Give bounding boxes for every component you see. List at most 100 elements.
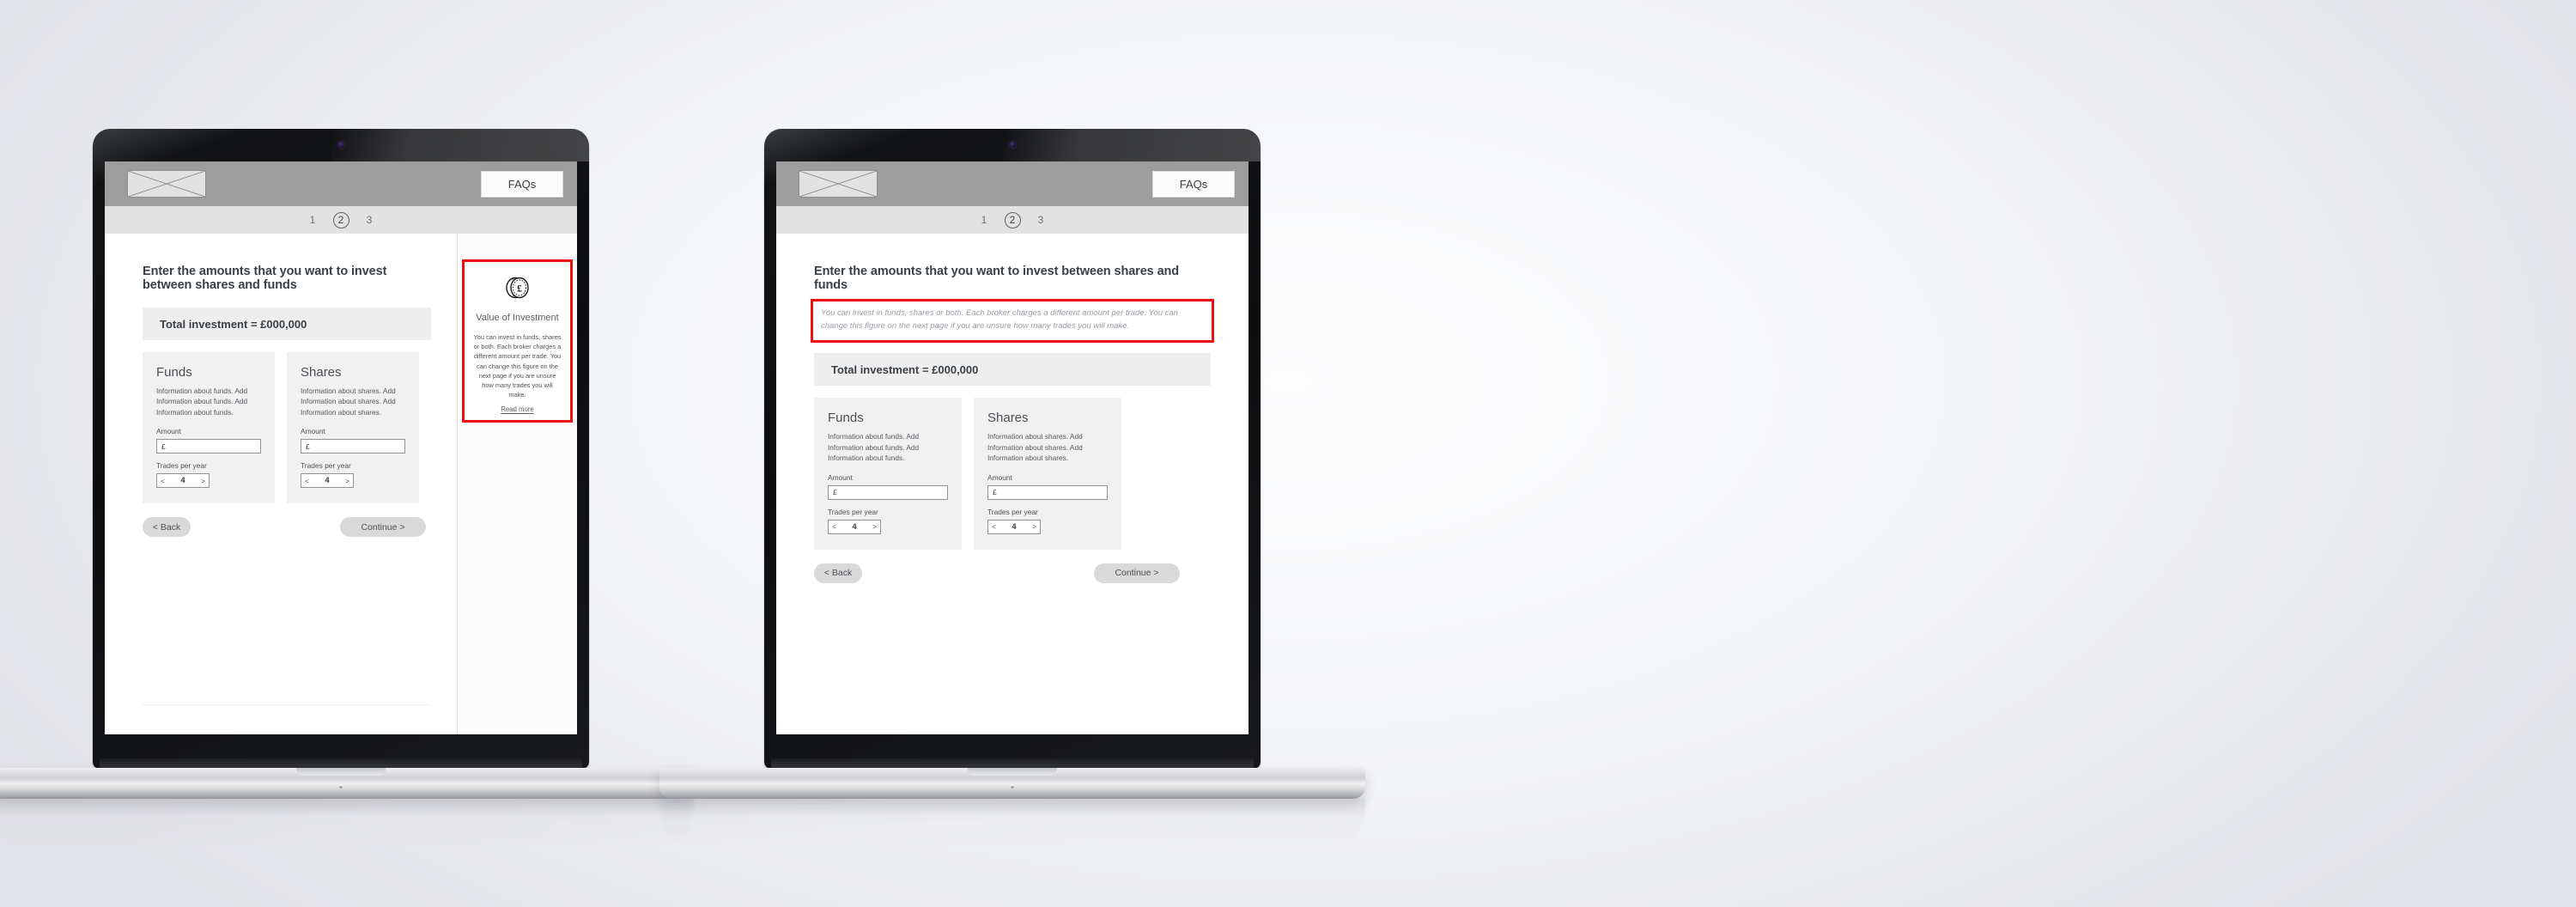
continue-button[interactable]: Continue > bbox=[1094, 563, 1180, 583]
funds-trades-stepper[interactable]: < 4 > bbox=[828, 519, 881, 534]
shares-amount-label: Amount bbox=[987, 472, 1012, 482]
shares-amount-value: £ bbox=[306, 441, 310, 451]
shares-trades-decrement[interactable]: < bbox=[305, 477, 309, 485]
content-column: Enter the amounts that you want to inves… bbox=[105, 234, 457, 734]
placeholder-logo-icon bbox=[799, 170, 878, 198]
shares-amount-value: £ bbox=[993, 488, 997, 497]
shares-trades-label: Trades per year bbox=[301, 461, 351, 471]
shares-trades-decrement[interactable]: < bbox=[992, 522, 996, 531]
card-shares: Shares Information about shares. Add Inf… bbox=[287, 352, 419, 504]
laptop-reflection bbox=[659, 799, 1365, 845]
step-2-current[interactable]: 2 bbox=[332, 211, 349, 228]
form-actions: < Back Continue > bbox=[814, 563, 1211, 583]
funds-trades-value: 4 bbox=[180, 476, 185, 486]
intro-note: You can invest in funds, shares or both.… bbox=[821, 308, 1178, 331]
form-actions: < Back Continue > bbox=[143, 517, 431, 538]
content-column: Enter the amounts that you want to inves… bbox=[776, 234, 1249, 734]
value-of-investment-panel-highlight: £ Value of Investment You can invest in … bbox=[462, 259, 573, 423]
site-header: FAQs bbox=[105, 161, 577, 206]
total-investment-label: Total investment = £000,000 bbox=[831, 362, 979, 376]
laptop-lid: FAQs 1 2 3 Enter the amounts that you wa… bbox=[764, 129, 1261, 769]
investment-cards: Funds Information about funds. Add Infor… bbox=[814, 398, 1211, 550]
funds-amount-label: Amount bbox=[828, 472, 853, 482]
card-shares-title: Shares bbox=[301, 365, 342, 380]
laptop-mockup-left: FAQs 1 2 3 Enter the amounts that you wa… bbox=[0, 129, 694, 845]
step-3[interactable]: 3 bbox=[361, 212, 378, 228]
card-funds-description: Information about funds. Add Information… bbox=[828, 432, 920, 463]
intro-note-highlight: You can invest in funds, shares or both.… bbox=[811, 299, 1214, 344]
shares-trades-stepper[interactable]: < 4 > bbox=[987, 519, 1041, 534]
card-funds-description: Information about funds. Add Information… bbox=[156, 387, 248, 417]
shares-amount-label: Amount bbox=[301, 427, 325, 436]
screen-left: FAQs 1 2 3 Enter the amounts that you wa… bbox=[105, 161, 577, 734]
funds-trades-stepper[interactable]: < 4 > bbox=[156, 473, 210, 489]
investment-cards: Funds Information about funds. Add Infor… bbox=[143, 352, 431, 504]
shares-trades-label: Trades per year bbox=[987, 507, 1038, 516]
card-shares: Shares Information about shares. Add Inf… bbox=[974, 398, 1121, 550]
funds-amount-value: £ bbox=[161, 441, 166, 451]
shares-amount-input[interactable]: £ bbox=[987, 484, 1108, 500]
back-button-label: < Back bbox=[152, 521, 181, 533]
webcam-icon bbox=[1010, 142, 1016, 148]
page-body: Enter the amounts that you want to inves… bbox=[105, 234, 577, 734]
laptop-mockup-right: FAQs 1 2 3 Enter the amounts that you wa… bbox=[659, 129, 1365, 845]
funds-trades-increment[interactable]: > bbox=[201, 477, 205, 485]
shares-trades-increment[interactable]: > bbox=[1032, 522, 1036, 531]
funds-trades-increment[interactable]: > bbox=[872, 522, 877, 531]
funds-trades-decrement[interactable]: < bbox=[161, 477, 165, 485]
step-1[interactable]: 1 bbox=[305, 212, 321, 228]
laptop-lid: FAQs 1 2 3 Enter the amounts that you wa… bbox=[93, 129, 589, 769]
continue-button-label: Continue > bbox=[1115, 568, 1159, 579]
page-title: Enter the amounts that you want to inves… bbox=[143, 265, 387, 292]
funds-trades-label: Trades per year bbox=[156, 461, 207, 471]
faqs-label: FAQs bbox=[1179, 177, 1208, 191]
webcam-icon bbox=[338, 142, 344, 148]
read-more-link[interactable]: Read more bbox=[501, 405, 534, 413]
faqs-button[interactable]: FAQs bbox=[1152, 170, 1235, 198]
funds-amount-input[interactable]: £ bbox=[828, 484, 948, 500]
step-indicator: 1 2 3 bbox=[776, 206, 1249, 234]
laptop-base bbox=[0, 768, 694, 799]
laptop-reflection bbox=[0, 799, 694, 845]
faqs-label: FAQs bbox=[507, 177, 537, 191]
shares-trades-stepper[interactable]: < 4 > bbox=[301, 473, 354, 489]
shares-amount-input[interactable]: £ bbox=[301, 439, 405, 454]
total-investment-bar: Total investment = £000,000 bbox=[143, 307, 431, 340]
footer-divider bbox=[143, 704, 431, 705]
funds-trades-value: 4 bbox=[852, 521, 857, 532]
back-button-label: < Back bbox=[823, 568, 853, 579]
card-shares-description: Information about shares. Add Informatio… bbox=[987, 432, 1083, 463]
card-shares-title: Shares bbox=[987, 411, 1029, 426]
back-button[interactable]: < Back bbox=[814, 563, 862, 583]
site-header: FAQs bbox=[776, 161, 1249, 206]
step-2-current[interactable]: 2 bbox=[1004, 211, 1021, 228]
card-funds: Funds Information about funds. Add Infor… bbox=[143, 352, 275, 504]
screen-right: FAQs 1 2 3 Enter the amounts that you wa… bbox=[776, 161, 1249, 734]
promo-title: Value of Investment bbox=[476, 313, 559, 323]
aside-column: £ Value of Investment You can invest in … bbox=[457, 234, 577, 734]
placeholder-logo-icon bbox=[127, 170, 206, 198]
step-3[interactable]: 3 bbox=[1033, 212, 1049, 228]
page-body: Enter the amounts that you want to inves… bbox=[776, 234, 1249, 734]
pound-coin-icon: £ bbox=[504, 274, 532, 306]
shares-trades-value: 4 bbox=[1012, 521, 1017, 532]
continue-button-label: Continue > bbox=[361, 521, 405, 533]
funds-amount-input[interactable]: £ bbox=[156, 439, 261, 454]
svg-text:£: £ bbox=[517, 284, 522, 295]
laptop-base bbox=[659, 768, 1365, 799]
funds-trades-decrement[interactable]: < bbox=[832, 522, 836, 531]
card-funds: Funds Information about funds. Add Infor… bbox=[814, 398, 962, 550]
step-indicator: 1 2 3 bbox=[105, 206, 577, 234]
faqs-button[interactable]: FAQs bbox=[481, 170, 563, 198]
card-funds-title: Funds bbox=[828, 411, 864, 426]
shares-trades-increment[interactable]: > bbox=[345, 477, 349, 485]
back-button[interactable]: < Back bbox=[143, 517, 191, 538]
step-1[interactable]: 1 bbox=[976, 212, 993, 228]
funds-trades-label: Trades per year bbox=[828, 507, 878, 516]
continue-button[interactable]: Continue > bbox=[340, 517, 426, 538]
total-investment-bar: Total investment = £000,000 bbox=[814, 353, 1211, 387]
shares-trades-value: 4 bbox=[325, 476, 330, 486]
promo-text: You can invest in funds, shares or both.… bbox=[473, 332, 562, 399]
total-investment-label: Total investment = £000,000 bbox=[160, 317, 307, 331]
card-funds-title: Funds bbox=[156, 365, 192, 380]
